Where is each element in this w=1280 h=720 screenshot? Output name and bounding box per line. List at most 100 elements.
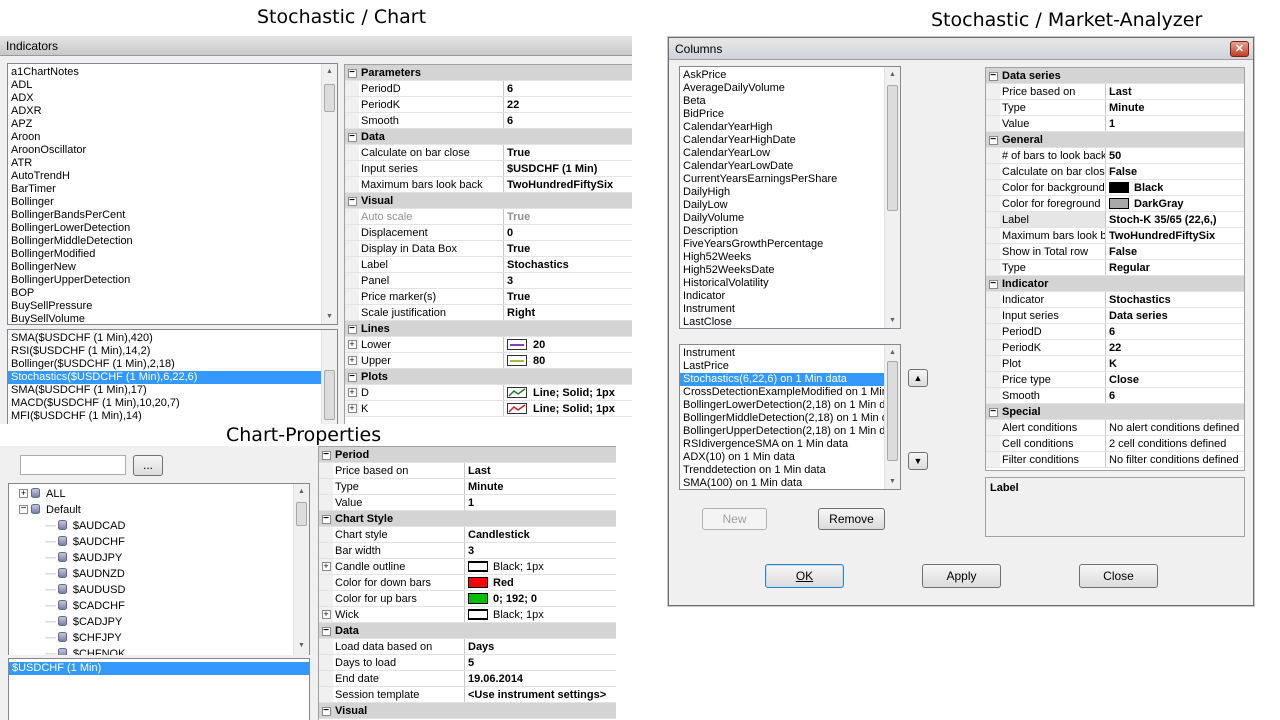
close-icon[interactable]: ✕ bbox=[1230, 41, 1249, 57]
list-item[interactable]: LastClose bbox=[680, 316, 900, 328]
tree-item[interactable]: ┄┄ $AUDCHF bbox=[45, 534, 125, 550]
property-value[interactable]: K bbox=[1106, 356, 1244, 371]
property-value[interactable]: 6 bbox=[504, 113, 632, 128]
property-value[interactable]: Close bbox=[1106, 372, 1244, 387]
list-item[interactable]: Indicator bbox=[680, 290, 900, 303]
collapse-icon[interactable]: − bbox=[347, 372, 357, 382]
collapse-icon[interactable]: − bbox=[321, 514, 331, 524]
property-category[interactable]: − Special bbox=[986, 404, 1244, 420]
property-value[interactable]: 1 bbox=[1106, 116, 1244, 131]
indicator-properties-grid[interactable]: − Parameters PeriodD 6 PeriodK 22 Smooth 6− Data… bbox=[344, 64, 632, 424]
tree-item[interactable]: ┄┄ $AUDJPY bbox=[45, 550, 122, 566]
property-row[interactable]: Type Minute bbox=[319, 479, 616, 495]
selected-columns-scrollbar[interactable]: ▲ ▼ bbox=[884, 345, 900, 489]
scroll-thumb[interactable] bbox=[887, 361, 898, 461]
property-row[interactable]: Alert conditions No alert conditions defi… bbox=[986, 420, 1244, 436]
property-value[interactable]: Minute bbox=[465, 479, 616, 494]
instrument-tree[interactable]: + ALL − Default ┄┄ $AUDCAD ┄┄ $AUDCHF ┄┄ $AUDJPY ┄… bbox=[8, 483, 310, 655]
collapse-icon[interactable]: − bbox=[347, 132, 357, 142]
property-value[interactable]: $USDCHF (1 Min) bbox=[504, 161, 632, 176]
property-row[interactable]: Color for foreground DarkGray bbox=[986, 196, 1244, 212]
property-value[interactable]: Right bbox=[504, 305, 632, 320]
close-button[interactable]: Close bbox=[1079, 564, 1158, 588]
list-item[interactable]: BollingerMiddleDetection(2,18) on 1 Min … bbox=[680, 412, 900, 425]
tree-item[interactable]: ┄┄ $CADCHF bbox=[45, 598, 125, 614]
property-row[interactable]: Panel 3 bbox=[345, 273, 632, 289]
list-item[interactable]: CalendarYearLowDate bbox=[680, 160, 900, 173]
scroll-thumb[interactable] bbox=[296, 502, 307, 526]
property-row[interactable]: Maximum bars look backTwoHundredFiftySix bbox=[986, 228, 1244, 244]
property-row[interactable]: Filter conditions No filter conditions de… bbox=[986, 452, 1244, 468]
property-value[interactable]: 50 bbox=[1106, 148, 1244, 163]
column-properties-grid[interactable]: − Data series Price based on Last Type Minute… bbox=[985, 67, 1245, 471]
list-item[interactable]: Stochastics(6,22,6) on 1 Min data bbox=[680, 373, 900, 386]
expand-icon[interactable]: + bbox=[347, 388, 357, 397]
property-category[interactable]: − Visual bbox=[345, 193, 632, 209]
search-button[interactable]: ... bbox=[133, 455, 163, 476]
list-item[interactable]: DailyHigh bbox=[680, 186, 900, 199]
property-row[interactable]: End date 19.06.2014 bbox=[319, 671, 616, 687]
property-row[interactable]: Load data based on Days bbox=[319, 639, 616, 655]
list-item[interactable]: Bollinger($USDCHF (1 Min),2,18) bbox=[8, 358, 337, 371]
property-value[interactable]: 2 cell conditions defined bbox=[1106, 436, 1244, 451]
collapse-icon[interactable]: − bbox=[321, 450, 331, 460]
list-item[interactable]: SMA($USDCHF (1 Min),17) bbox=[8, 384, 337, 397]
list-item[interactable]: BollingerModified bbox=[8, 248, 337, 261]
property-value[interactable]: 0; 192; 0 bbox=[465, 591, 616, 606]
list-item[interactable]: DailyLow bbox=[680, 199, 900, 212]
list-item[interactable]: Description bbox=[680, 225, 900, 238]
property-value[interactable]: True bbox=[504, 289, 632, 304]
expand-icon[interactable]: + bbox=[321, 562, 331, 571]
list-item[interactable]: AroonOscillator bbox=[8, 144, 337, 157]
property-value[interactable]: 6 bbox=[504, 81, 632, 96]
list-item[interactable]: HistoricalVolatility bbox=[680, 277, 900, 290]
property-row[interactable]: Price type Close bbox=[986, 372, 1244, 388]
list-item[interactable]: BarTimer bbox=[8, 183, 337, 196]
property-row[interactable]: Color for up bars 0; 192; 0 bbox=[319, 591, 616, 607]
expand-icon[interactable]: + bbox=[321, 610, 331, 619]
scroll-down-icon[interactable]: ▼ bbox=[294, 638, 309, 653]
list-item[interactable]: BOP bbox=[8, 287, 337, 300]
property-row[interactable]: Display in Data Box True bbox=[345, 241, 632, 257]
property-row[interactable]: PeriodD 6 bbox=[345, 81, 632, 97]
list-item[interactable]: $USDCHF (1 Min) bbox=[9, 662, 309, 675]
list-item[interactable]: RSIdivergenceSMA on 1 Min data bbox=[680, 438, 900, 451]
property-value[interactable]: 1 bbox=[465, 495, 616, 510]
list-item[interactable]: Instrument bbox=[680, 347, 900, 360]
property-row[interactable]: Smooth 6 bbox=[345, 113, 632, 129]
property-row[interactable]: Cell conditions 2 cell conditions defined bbox=[986, 436, 1244, 452]
list-item[interactable]: FiveYearsGrowthPercentage bbox=[680, 238, 900, 251]
list-item[interactable]: APZ bbox=[8, 118, 337, 131]
list-item[interactable]: DailyVolume bbox=[680, 212, 900, 225]
scroll-down-icon[interactable]: ▼ bbox=[885, 313, 900, 328]
available-columns-list[interactable]: AskPrice AverageDailyVolume Beta BidPrice Ca… bbox=[679, 66, 901, 329]
tree-item[interactable]: ┄┄ $AUDUSD bbox=[45, 582, 125, 598]
property-value[interactable]: 19.06.2014 bbox=[465, 671, 616, 686]
list-item[interactable]: ADX bbox=[8, 92, 337, 105]
property-row[interactable]: PeriodK 22 bbox=[986, 340, 1244, 356]
property-row[interactable]: Smooth 6 bbox=[986, 388, 1244, 404]
property-row[interactable]: Bar width 3 bbox=[319, 543, 616, 559]
property-row[interactable]: Auto scale True bbox=[345, 209, 632, 225]
apply-button[interactable]: Apply bbox=[922, 564, 1001, 588]
property-value[interactable]: 80 bbox=[504, 353, 632, 368]
list-item[interactable]: ATR bbox=[8, 157, 337, 170]
property-category[interactable]: − General bbox=[986, 132, 1244, 148]
collapse-icon[interactable]: − bbox=[321, 706, 331, 716]
property-row[interactable]: Calculate on bar close True bbox=[345, 145, 632, 161]
property-value[interactable]: Minute bbox=[1106, 100, 1244, 115]
property-value[interactable]: 22 bbox=[1106, 340, 1244, 355]
list-item[interactable]: AskPrice bbox=[680, 69, 900, 82]
list-item[interactable]: CrossDetectionExampleModified on 1 Min bbox=[680, 386, 900, 399]
property-row[interactable]: Show in Total row False bbox=[986, 244, 1244, 260]
property-value[interactable]: <Use instrument settings> bbox=[465, 687, 616, 702]
list-item[interactable]: BollingerLowerDetection(2,18) on 1 Min d… bbox=[680, 399, 900, 412]
collapse-icon[interactable]: − bbox=[988, 71, 998, 81]
property-row[interactable]: Color for background Black bbox=[986, 180, 1244, 196]
move-down-button[interactable]: ▼ bbox=[908, 452, 928, 470]
property-row[interactable]: Calculate on bar close False bbox=[986, 164, 1244, 180]
expand-icon[interactable]: + bbox=[347, 340, 357, 349]
list-item[interactable]: AverageDailyVolume bbox=[680, 82, 900, 95]
scroll-up-icon[interactable]: ▲ bbox=[885, 67, 900, 82]
list-item[interactable]: SMA(100) on 1 Min data bbox=[680, 477, 900, 489]
